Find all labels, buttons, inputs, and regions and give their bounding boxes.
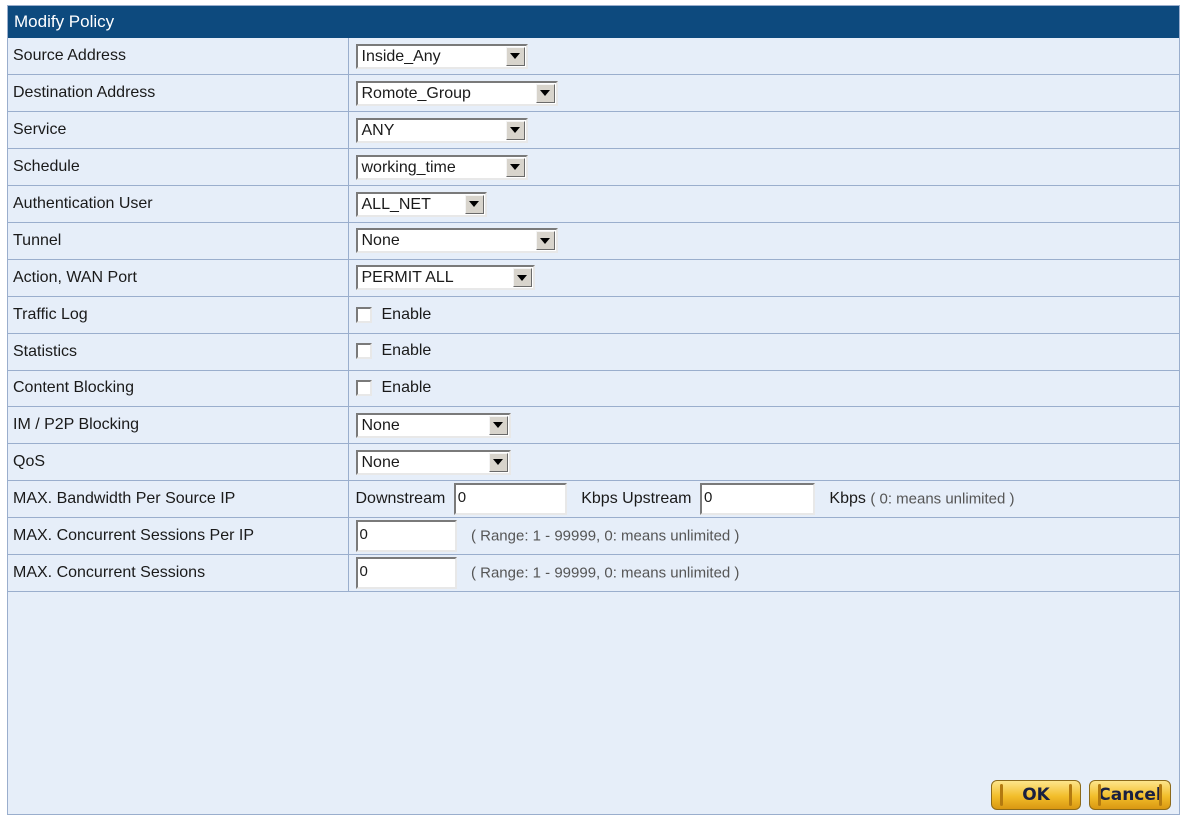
- traffic-log-enable-label: Enable: [381, 305, 432, 323]
- source-address-value: Inside_Any: [361, 47, 441, 65]
- tunnel-value: None: [361, 232, 400, 250]
- max-sessions-hint: ( Range: 1 - 99999, 0: means unlimited ): [470, 564, 740, 582]
- label-content-blocking: Content Blocking: [8, 370, 349, 408]
- row-max-bandwidth: MAX. Bandwidth Per Source IP Downstream …: [8, 480, 1179, 519]
- qos-value: None: [361, 453, 400, 471]
- chevron-down-icon[interactable]: [488, 452, 508, 472]
- downstream-input[interactable]: 0: [453, 483, 567, 516]
- downstream-label: Downstream: [355, 490, 446, 508]
- action-wan-port-select[interactable]: PERMIT ALL: [355, 265, 535, 291]
- authentication-user-select[interactable]: ALL_NET: [355, 191, 487, 217]
- row-im-p2p-blocking: IM / P2P Blocking None: [8, 406, 1179, 445]
- chevron-down-icon[interactable]: [535, 231, 555, 251]
- ok-button[interactable]: OK: [991, 780, 1081, 810]
- content-blocking-checkbox[interactable]: [355, 380, 372, 397]
- cancel-button[interactable]: Cancel: [1089, 780, 1171, 810]
- row-qos: QoS None: [8, 443, 1179, 482]
- label-statistics: Statistics: [8, 333, 349, 371]
- label-im-p2p-blocking: IM / P2P Blocking: [8, 406, 349, 445]
- label-authentication-user: Authentication User: [8, 185, 349, 223]
- label-tunnel: Tunnel: [8, 222, 349, 260]
- label-traffic-log: Traffic Log: [8, 296, 349, 334]
- row-schedule: Schedule working_time: [8, 148, 1179, 187]
- traffic-log-checkbox[interactable]: [355, 306, 372, 323]
- row-tunnel: Tunnel None: [8, 222, 1179, 260]
- label-max-bandwidth: MAX. Bandwidth Per Source IP: [8, 480, 349, 519]
- statistics-checkbox[interactable]: [355, 343, 372, 360]
- row-source-address: Source Address Inside_Any: [8, 38, 1179, 76]
- upstream-input[interactable]: 0: [699, 483, 815, 516]
- row-traffic-log: Traffic Log Enable: [8, 296, 1179, 334]
- content-blocking-enable-label: Enable: [381, 379, 432, 397]
- schedule-value: working_time: [361, 158, 456, 176]
- max-sessions-per-ip-input[interactable]: 0: [355, 520, 457, 553]
- upstream-label: Kbps Upstream: [581, 490, 692, 508]
- row-action-wan-port: Action, WAN Port PERMIT ALL: [8, 259, 1179, 297]
- max-sessions-input[interactable]: 0: [355, 556, 457, 589]
- schedule-select[interactable]: working_time: [355, 154, 528, 180]
- service-value: ANY: [361, 121, 395, 139]
- row-authentication-user: Authentication User ALL_NET: [8, 185, 1179, 223]
- label-schedule: Schedule: [8, 148, 349, 187]
- label-action-wan-port: Action, WAN Port: [8, 259, 349, 297]
- action-wan-port-value: PERMIT ALL: [361, 269, 454, 287]
- label-service: Service: [8, 111, 349, 150]
- row-destination-address: Destination Address Romote_Group: [8, 74, 1179, 113]
- authentication-user-value: ALL_NET: [361, 195, 431, 213]
- tunnel-select[interactable]: None: [355, 228, 558, 254]
- bandwidth-hint: ( 0: means unlimited ): [870, 490, 1015, 508]
- chevron-down-icon[interactable]: [464, 194, 484, 214]
- max-sessions-per-ip-hint: ( Range: 1 - 99999, 0: means unlimited ): [470, 527, 740, 545]
- im-p2p-blocking-value: None: [361, 416, 400, 434]
- im-p2p-blocking-select[interactable]: None: [355, 412, 511, 438]
- label-qos: QoS: [8, 443, 349, 482]
- button-row: OK Cancel: [991, 780, 1171, 810]
- qos-select[interactable]: None: [355, 449, 511, 475]
- chevron-down-icon[interactable]: [505, 120, 525, 140]
- destination-address-select[interactable]: Romote_Group: [355, 80, 558, 106]
- chevron-down-icon[interactable]: [505, 157, 525, 177]
- row-content-blocking: Content Blocking Enable: [8, 370, 1179, 408]
- row-max-sessions-per-ip: MAX. Concurrent Sessions Per IP 0 ( Rang…: [8, 517, 1179, 555]
- chevron-down-icon[interactable]: [488, 415, 508, 435]
- chevron-down-icon[interactable]: [512, 268, 532, 288]
- statistics-enable-label: Enable: [381, 342, 432, 360]
- label-max-sessions-per-ip: MAX. Concurrent Sessions Per IP: [8, 517, 349, 555]
- source-address-select[interactable]: Inside_Any: [355, 43, 528, 69]
- modify-policy-panel: Modify Policy Source Address Inside_Any …: [7, 5, 1180, 815]
- destination-address-value: Romote_Group: [361, 84, 471, 102]
- panel-title: Modify Policy: [8, 6, 1179, 38]
- chevron-down-icon[interactable]: [535, 83, 555, 103]
- service-select[interactable]: ANY: [355, 117, 528, 143]
- row-service: Service ANY: [8, 111, 1179, 150]
- row-statistics: Statistics Enable: [8, 333, 1179, 371]
- row-max-sessions: MAX. Concurrent Sessions 0 ( Range: 1 - …: [8, 554, 1179, 592]
- label-source-address: Source Address: [8, 38, 349, 76]
- label-destination-address: Destination Address: [8, 74, 349, 113]
- bandwidth-unit-label: Kbps: [829, 490, 866, 508]
- chevron-down-icon[interactable]: [505, 46, 525, 66]
- policy-form: Source Address Inside_Any Destination Ad…: [8, 38, 1179, 592]
- label-max-sessions: MAX. Concurrent Sessions: [8, 554, 349, 592]
